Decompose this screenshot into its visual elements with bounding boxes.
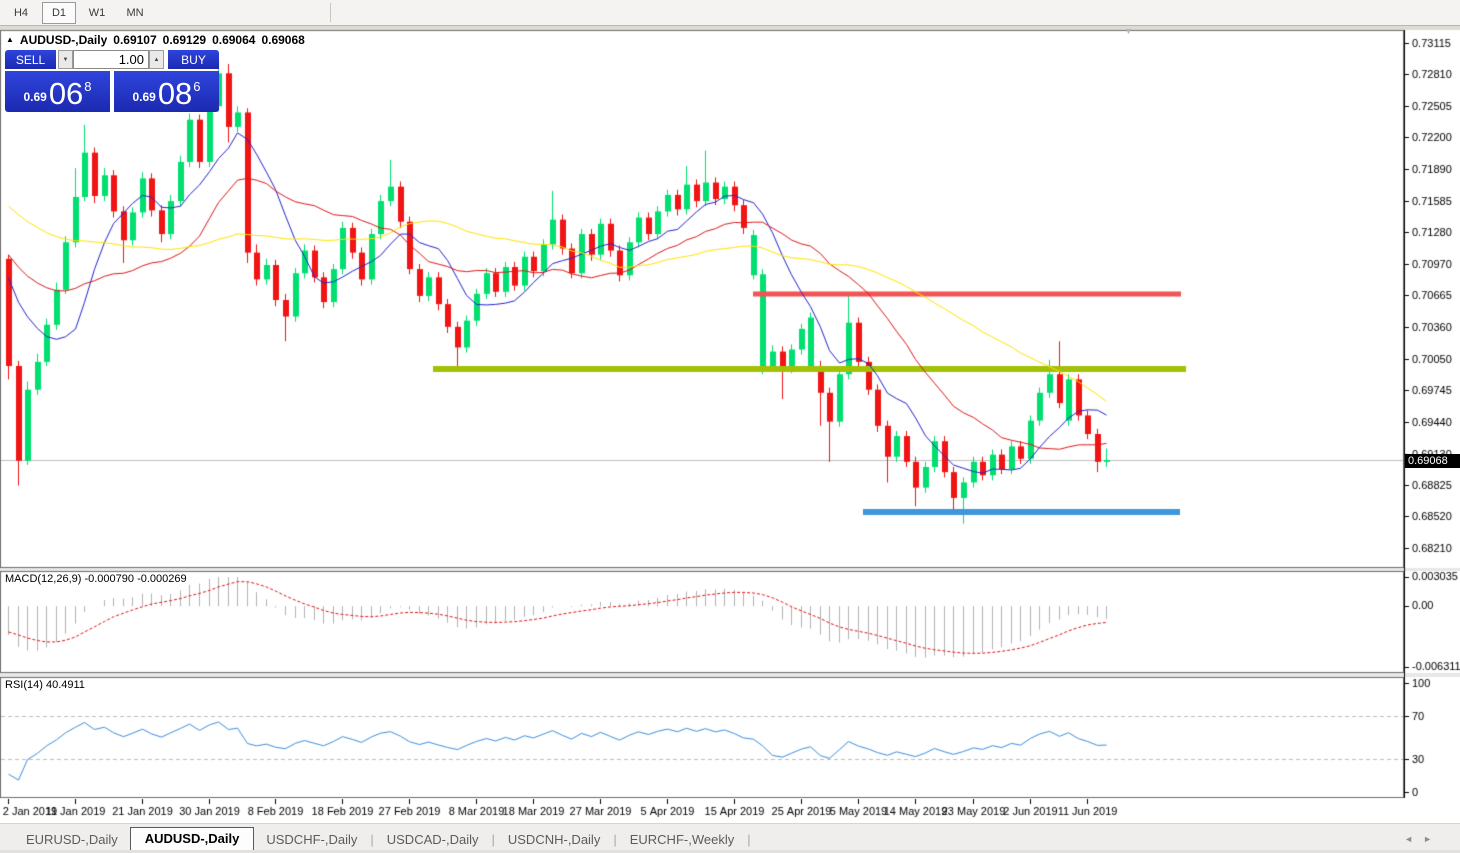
buy-price-prefix: 0.69 xyxy=(132,90,155,104)
buy-price-pip-digit: 6 xyxy=(193,79,200,94)
one-click-trade-panel: SELL ▼ ▲ BUY 0.69 06 8 0.69 08 6 xyxy=(5,50,219,112)
sell-price-button[interactable]: 0.69 06 8 xyxy=(5,71,110,112)
volume-input[interactable] xyxy=(73,50,149,69)
chart-tab-eurchf-weekly[interactable]: EURCHF-,Weekly xyxy=(618,830,747,850)
volume-increase-button[interactable]: ▲ xyxy=(149,50,164,69)
rsi-label: RSI(14) 40.4911 xyxy=(5,679,85,691)
chart-scroll-anchor-icon[interactable]: ▼ xyxy=(1124,26,1133,36)
volume-decrease-button[interactable]: ▼ xyxy=(58,50,73,69)
buy-price-big-digits: 08 xyxy=(158,80,192,108)
toolbar-separator xyxy=(330,3,331,22)
high-value: 0.69129 xyxy=(163,33,206,47)
sell-price-pip-digit: 8 xyxy=(84,79,91,94)
chart-ohlc-header: ▲ AUDUSD-,Daily 0.69107 0.69129 0.69064 … xyxy=(6,33,305,47)
tab-scroll-arrows[interactable]: ◄► xyxy=(1404,834,1442,844)
tab-scroll-right-icon[interactable]: ► xyxy=(1423,834,1442,844)
buy-button[interactable]: BUY xyxy=(168,50,219,69)
chart-tab-eurusd-daily[interactable]: EURUSD-,Daily xyxy=(14,830,130,850)
collapse-triangle-icon[interactable]: ▲ xyxy=(6,35,14,44)
timeframe-w1-button[interactable]: W1 xyxy=(80,2,114,24)
timeframe-h4-button[interactable]: H4 xyxy=(4,2,38,24)
timeframe-toolbar: H4 D1 W1 MN xyxy=(0,0,1460,26)
open-value: 0.69107 xyxy=(113,33,156,47)
sell-price-big-digits: 06 xyxy=(49,80,83,108)
close-value: 0.69068 xyxy=(261,33,304,47)
timeframe-mn-button[interactable]: MN xyxy=(118,2,152,24)
buy-price-button[interactable]: 0.69 08 6 xyxy=(114,71,219,112)
current-price-tag: 0.69068 xyxy=(1405,454,1460,468)
platform-window: H4 D1 W1 MN ▲ AUDUSD-,Daily 0.69107 0.69… xyxy=(0,0,1460,853)
timeframe-d1-button[interactable]: D1 xyxy=(42,2,76,24)
chart-tab-audusd-daily[interactable]: AUDUSD-,Daily xyxy=(130,827,255,850)
chart-tabs: EURUSD-,DailyAUDUSD-,DailyUSDCHF-,Daily |… xyxy=(14,828,752,850)
chart-tab-usdchf-daily[interactable]: USDCHF-,Daily xyxy=(254,830,369,850)
chart-tab-usdcad-daily[interactable]: USDCAD-,Daily xyxy=(375,830,491,850)
tab-separator: | xyxy=(746,832,751,850)
sell-button[interactable]: SELL xyxy=(5,50,56,69)
chart-tab-bar: EURUSD-,DailyAUDUSD-,DailyUSDCHF-,Daily |… xyxy=(0,823,1460,853)
low-value: 0.69064 xyxy=(212,33,255,47)
chart-canvas[interactable] xyxy=(0,0,1460,853)
symbol-label: AUDUSD-,Daily xyxy=(20,33,107,47)
tab-scroll-left-icon[interactable]: ◄ xyxy=(1404,834,1423,844)
sell-price-prefix: 0.69 xyxy=(23,90,46,104)
macd-label: MACD(12,26,9) -0.000790 -0.000269 xyxy=(5,573,187,585)
chart-tab-usdcnh-daily[interactable]: USDCNH-,Daily xyxy=(496,830,612,850)
